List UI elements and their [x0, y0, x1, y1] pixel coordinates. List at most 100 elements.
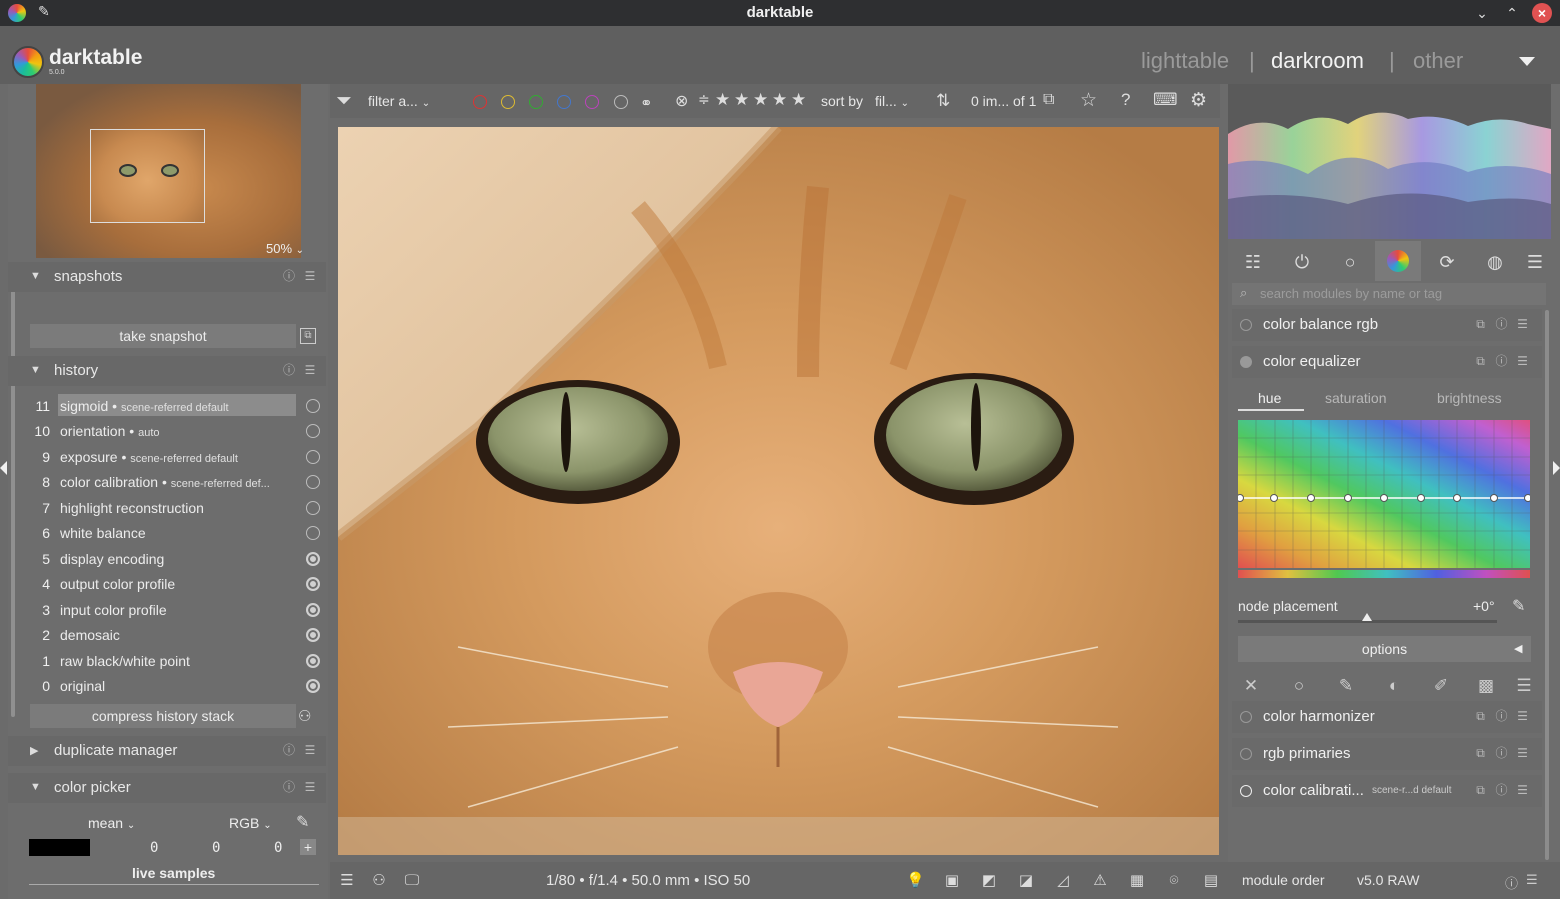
- hue-curve-graph[interactable]: [1238, 420, 1530, 578]
- navigation-viewport[interactable]: [91, 130, 204, 222]
- rejected-icon[interactable]: ⊗: [675, 91, 688, 111]
- reset-icon[interactable]: ⓘ: [1495, 318, 1508, 331]
- star-icon[interactable]: ★: [791, 90, 806, 110]
- history-item[interactable]: 2 demosaic: [28, 623, 320, 647]
- multi-instance-icon[interactable]: ⧉: [1474, 710, 1487, 723]
- mask-uniform-icon[interactable]: ○: [1289, 676, 1309, 696]
- preferences-gear-icon[interactable]: ⚙: [1190, 89, 1207, 112]
- left-scrollbar[interactable]: [11, 262, 15, 717]
- reset-icon[interactable]: ⓘ: [282, 780, 296, 794]
- presets-menu-icon[interactable]: ☰: [303, 363, 317, 377]
- right-scrollbar[interactable]: [1545, 310, 1549, 860]
- history-item[interactable]: 3 input color profile: [28, 598, 320, 622]
- close-icon[interactable]: ×: [1532, 3, 1552, 23]
- power-icon[interactable]: [306, 399, 320, 413]
- power-icon[interactable]: [306, 501, 320, 515]
- star-icon[interactable]: ★: [734, 90, 749, 110]
- module-color-balance-rgb[interactable]: color balance rgb ⧉ ⓘ ☰: [1232, 309, 1542, 341]
- mask-menu-icon[interactable]: ☰: [1514, 676, 1534, 696]
- power-icon[interactable]: [1240, 356, 1252, 368]
- mask-drawn-icon[interactable]: ✎: [1336, 676, 1356, 696]
- main-image-canvas[interactable]: [338, 127, 1219, 855]
- expand-right-panel-arrow-icon[interactable]: [1553, 461, 1560, 475]
- second-window-icon[interactable]: 🖵: [403, 872, 421, 890]
- styles-icon[interactable]: ⚇: [370, 872, 388, 890]
- module-rgb-primaries[interactable]: rgb primaries ⧉ ⓘ ☰: [1232, 738, 1542, 770]
- presets-menu-icon[interactable]: ☰: [303, 743, 317, 757]
- zoom-level[interactable]: 50% ⌄: [266, 241, 304, 256]
- duplicate-manager-header[interactable]: ▶ duplicate manager ⓘ ☰: [8, 736, 326, 766]
- power-icon[interactable]: [1240, 785, 1252, 797]
- presets-menu-icon[interactable]: ☰: [1516, 710, 1529, 723]
- grouping-icon[interactable]: ⧉: [1043, 91, 1054, 109]
- take-snapshot-button[interactable]: take snapshot: [30, 324, 296, 348]
- reset-icon[interactable]: ⓘ: [1495, 747, 1508, 760]
- focus-peaking-icon[interactable]: ◿: [1054, 872, 1072, 890]
- color-label-yellow-icon[interactable]: [501, 95, 515, 109]
- compress-history-button[interactable]: compress history stack: [30, 704, 296, 728]
- module-groups-menu-icon[interactable]: ☰: [1523, 250, 1547, 274]
- module-search-input[interactable]: ⌕ search modules by name or tag: [1232, 283, 1546, 305]
- multi-instance-icon[interactable]: ⧉: [1474, 355, 1487, 368]
- quick-access-icon[interactable]: ☷: [1241, 250, 1265, 274]
- color-picker-header[interactable]: ▼ color picker ⓘ ☰: [8, 773, 326, 803]
- presets-menu-icon[interactable]: ☰: [303, 269, 317, 283]
- power-icon[interactable]: [306, 450, 320, 464]
- expand-left-panel-arrow-icon[interactable]: [0, 461, 7, 475]
- filter-select[interactable]: filter a... ⌄: [368, 93, 430, 109]
- view-darkroom[interactable]: darkroom: [1271, 48, 1364, 74]
- presets-menu-icon[interactable]: ☰: [303, 780, 317, 794]
- keyboard-shortcuts-icon[interactable]: ⌨: [1153, 90, 1178, 110]
- reset-icon[interactable]: ⓘ: [282, 363, 296, 377]
- history-item[interactable]: 4 output color profile: [28, 572, 320, 596]
- module-color-calibration[interactable]: color calibrati... scene-r...d default ⧉…: [1232, 775, 1542, 807]
- filter-funnel-icon[interactable]: ⏷: [336, 90, 352, 113]
- color-assessment-icon[interactable]: ▤: [1202, 872, 1220, 890]
- eyedropper-icon[interactable]: ✎: [296, 812, 309, 832]
- add-sample-icon[interactable]: +: [300, 839, 316, 855]
- tab-saturation[interactable]: saturation: [1325, 390, 1386, 406]
- module-color-equalizer[interactable]: color equalizer ⧉ ⓘ ☰: [1232, 346, 1542, 378]
- slider-handle-icon[interactable]: [1362, 613, 1372, 621]
- history-item[interactable]: 1 raw black/white point: [28, 649, 320, 673]
- softproof-icon[interactable]: ◪: [1017, 872, 1035, 890]
- power-icon[interactable]: [306, 526, 320, 540]
- histogram[interactable]: [1228, 84, 1551, 239]
- picker-mode-select[interactable]: mean ⌄: [88, 815, 135, 831]
- history-item[interactable]: 0 original: [28, 674, 320, 698]
- multi-instance-icon[interactable]: ⧉: [1474, 784, 1487, 797]
- power-icon[interactable]: [306, 475, 320, 489]
- sort-order-icon[interactable]: ⇅: [936, 91, 950, 111]
- base-modules-icon[interactable]: ○: [1338, 250, 1362, 274]
- guides-grid-icon[interactable]: ▦: [1128, 872, 1146, 890]
- presets-menu-icon[interactable]: ☰: [1516, 318, 1529, 331]
- options-collapsible[interactable]: options ◀: [1238, 636, 1531, 662]
- presets-menu-icon[interactable]: ☰: [1516, 784, 1529, 797]
- history-item[interactable]: 8 color calibration • scene-referred def.…: [28, 470, 320, 494]
- view-lighttable[interactable]: lighttable: [1141, 48, 1229, 74]
- color-label-purple-icon[interactable]: [585, 95, 599, 109]
- reset-icon[interactable]: ⓘ: [282, 743, 296, 757]
- correct-modules-icon[interactable]: ⟳: [1435, 250, 1459, 274]
- clipping-icon[interactable]: ◩: [980, 872, 998, 890]
- star-icon[interactable]: ★: [772, 90, 787, 110]
- module-color-harmonizer[interactable]: color harmonizer ⧉ ⓘ ☰: [1232, 701, 1542, 733]
- eyedropper-icon[interactable]: ✎: [1512, 596, 1525, 616]
- reset-icon[interactable]: ⓘ: [1495, 784, 1508, 797]
- multi-instance-icon[interactable]: ⧉: [1474, 747, 1487, 760]
- tab-hue[interactable]: hue: [1258, 390, 1281, 406]
- color-label-green-icon[interactable]: [529, 95, 543, 109]
- color-label-op-icon[interactable]: ⚭: [640, 94, 653, 112]
- color-label-gray-icon[interactable]: [614, 95, 628, 109]
- history-item[interactable]: 10 orientation • auto: [28, 419, 320, 443]
- iso12646-bulb-icon[interactable]: 💡: [906, 872, 925, 890]
- power-icon[interactable]: [306, 424, 320, 438]
- reset-icon[interactable]: ⓘ: [1495, 355, 1508, 368]
- node-placement-value[interactable]: +0°: [1473, 598, 1495, 614]
- history-item[interactable]: 11 sigmoid • scene-referred default: [28, 394, 320, 418]
- power-icon[interactable]: [1240, 748, 1252, 760]
- minimize-icon[interactable]: ⌄: [1472, 3, 1492, 23]
- effects-modules-icon[interactable]: ◍: [1483, 250, 1507, 274]
- history-item[interactable]: 7 highlight reconstruction: [28, 496, 320, 520]
- gamut-check-icon[interactable]: ⚠: [1091, 872, 1109, 890]
